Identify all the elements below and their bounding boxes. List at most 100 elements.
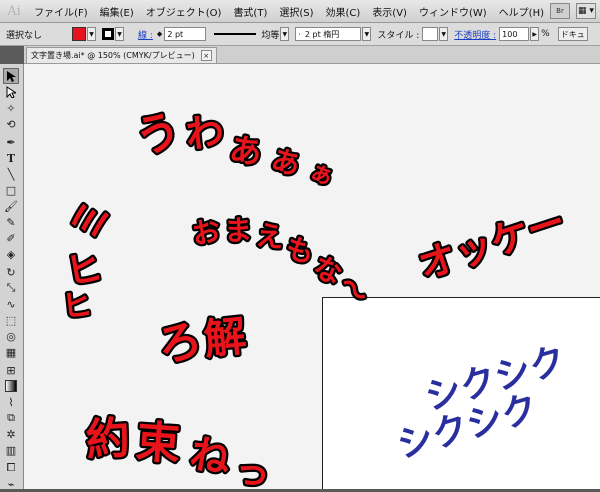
chevron-right-icon[interactable]: ▶ <box>530 27 540 41</box>
opacity-control: 不透明度 : 100 ▶ % <box>454 27 550 41</box>
control-bar: 選択なし ▼ ▼ 線 : ◆ 2 pt 均等 ▼ · 2 pt 楕円 ▼ スタイ… <box>0 23 600 46</box>
stroke-profile-label: 均等 <box>261 30 280 41</box>
menu-help[interactable]: ヘルプ(H) <box>493 4 550 19</box>
graph-tool[interactable]: ▥ <box>3 442 19 458</box>
menu-type[interactable]: 書式(T) <box>227 4 273 19</box>
selection-tool[interactable] <box>3 68 19 84</box>
mesh-tool[interactable]: ⊞ <box>3 362 19 378</box>
stroke-weight-control: 線 : ◆ 2 pt <box>138 27 207 41</box>
stroke-profile-control[interactable]: 均等 ▼ <box>212 27 290 41</box>
chevron-down-icon[interactable]: ▼ <box>280 27 290 41</box>
document-tab[interactable]: 文字置き場.ai* @ 150% (CMYK/プレビュー) × <box>26 47 217 63</box>
scale-tool[interactable]: ⤡ <box>3 280 19 296</box>
menu-object[interactable]: オブジェクト(O) <box>140 4 228 19</box>
text-char: っ <box>230 448 275 489</box>
close-icon[interactable]: × <box>200 50 212 61</box>
document-setup-label: ドキュ <box>557 27 588 41</box>
text-char: あ <box>227 129 265 172</box>
line-tool[interactable]: ╲ <box>3 166 19 182</box>
gradient-tool[interactable] <box>3 378 19 394</box>
style-control: スタイル : ▼ <box>377 27 449 41</box>
symbol-sprayer-tool[interactable]: ✲ <box>3 426 19 442</box>
brush-definition-value: 2 pt 楕円 <box>304 29 340 39</box>
pencil-tool[interactable]: ✎ <box>3 214 19 230</box>
text-omaemona[interactable]: お ま え も な ～ <box>187 211 377 314</box>
perspective-tool[interactable]: ▦ <box>3 344 19 360</box>
slice-tool[interactable]: ⌁ <box>3 476 19 492</box>
text-ryokai[interactable]: ろ 解 <box>150 309 251 376</box>
text-okke[interactable]: オッケー <box>411 197 574 290</box>
rotate-tool[interactable]: ↻ <box>3 264 19 280</box>
menu-window[interactable]: ウィンドウ(W) <box>413 4 493 19</box>
text-okke-label: オッケー <box>413 199 571 288</box>
stroke-control[interactable]: ▼ <box>102 27 125 41</box>
stroke-swatch[interactable] <box>102 28 115 40</box>
text-char: ヒ <box>63 247 106 294</box>
text-char: ミ <box>64 194 120 246</box>
app-logo: Ai <box>7 3 21 19</box>
brush-definition-field[interactable]: · 2 pt 楕円 <box>295 27 362 41</box>
document-setup-button[interactable]: ドキュ <box>557 27 588 41</box>
text-char: ヒ <box>60 287 93 325</box>
paintbrush-tool[interactable]: 🖌 <box>3 198 19 214</box>
text-char: 解 <box>202 311 249 364</box>
text-char: も <box>282 231 317 270</box>
stroke-profile-line-icon <box>214 33 257 35</box>
document-canvas[interactable]: .red { fill:#e8141c; stroke:#000; stroke… <box>24 64 600 489</box>
shape-builder-tool[interactable]: ◎ <box>3 328 19 344</box>
text-char: 約 <box>84 413 131 467</box>
text-mihi[interactable]: ミ ヒ ヒ <box>58 192 122 328</box>
text-char: あ <box>267 142 304 182</box>
tools-panel: ✧ ⟲ ✒ T ╲ □ 🖌 ✎ ✐ ◈ ↻ ⤡ ∿ ⬚ ◎ ▦ ⊞ ⌇ ⧉ ✲ … <box>0 64 24 492</box>
free-transform-tool[interactable]: ⬚ <box>3 312 19 328</box>
eyedropper-tool[interactable]: ⌇ <box>3 394 19 410</box>
chevron-down-icon[interactable]: ▼ <box>439 27 449 41</box>
selection-status: 選択なし <box>6 30 43 41</box>
blend-tool[interactable]: ⧉ <box>3 410 19 426</box>
type-tool[interactable]: T <box>3 150 19 166</box>
stepper-icon[interactable]: ◆ <box>157 30 162 38</box>
chevron-down-icon[interactable]: ▼ <box>362 27 372 41</box>
text-char: お <box>189 214 222 251</box>
rectangle-tool[interactable]: □ <box>3 182 19 198</box>
text-char: う <box>129 103 187 165</box>
brush-control[interactable]: · 2 pt 楕円 ▼ <box>295 27 372 41</box>
menu-view[interactable]: 表示(V) <box>366 4 413 19</box>
menu-select[interactable]: 選択(S) <box>273 4 319 19</box>
bridge-button[interactable]: Br <box>550 3 570 19</box>
document-tab-bar: 文字置き場.ai* @ 150% (CMYK/プレビュー) × <box>24 46 600 64</box>
opacity-field[interactable]: 100 <box>499 27 530 41</box>
stroke-label[interactable]: 線 : <box>138 28 153 41</box>
text-char: え <box>254 219 285 255</box>
pen-tool[interactable]: ✒ <box>3 134 19 150</box>
warp-tool[interactable]: ∿ <box>3 296 19 312</box>
artwork: .red { fill:#e8141c; stroke:#000; stroke… <box>58 101 574 489</box>
lasso-tool[interactable]: ⟲ <box>3 116 19 132</box>
menu-edit[interactable]: 編集(E) <box>94 4 140 19</box>
stroke-weight-field[interactable]: 2 pt <box>164 27 207 41</box>
direct-selection-tool[interactable] <box>3 84 19 100</box>
menu-file[interactable]: ファイル(F) <box>28 4 94 19</box>
menu-right-group: Br ▦ ▾ <box>550 3 596 19</box>
text-char: わ <box>184 109 226 157</box>
text-yakusoku[interactable]: 約 束 ね っ <box>82 410 277 489</box>
text-char: ろ <box>152 313 207 373</box>
text-uwaaa[interactable]: う わ あ あ ぁ <box>127 101 341 194</box>
text-char: 束 <box>134 417 181 471</box>
fill-swatch[interactable] <box>72 27 87 41</box>
chevron-down-icon[interactable]: ▼ <box>87 27 97 41</box>
arrange-documents-button[interactable]: ▦ ▾ <box>576 3 596 19</box>
blob-brush-tool[interactable]: ✐ <box>3 230 19 246</box>
artboard-tool[interactable]: ⧠ <box>3 460 19 476</box>
eraser-tool[interactable]: ◈ <box>3 246 19 262</box>
menu-bar: Ai ファイル(F) 編集(E) オブジェクト(O) 書式(T) 選択(S) 効… <box>0 0 600 23</box>
style-label: スタイル : <box>377 30 420 41</box>
menu-effect[interactable]: 効果(C) <box>320 4 367 19</box>
style-swatch[interactable] <box>422 27 439 41</box>
text-char: ぁ <box>305 156 338 191</box>
fill-control[interactable]: ▼ <box>72 27 97 41</box>
opacity-label[interactable]: 不透明度 : <box>454 28 496 41</box>
magic-wand-tool[interactable]: ✧ <box>3 100 19 116</box>
chevron-down-icon[interactable]: ▼ <box>115 27 125 41</box>
text-shikushiku[interactable]: シクシク シクシク <box>393 340 571 467</box>
